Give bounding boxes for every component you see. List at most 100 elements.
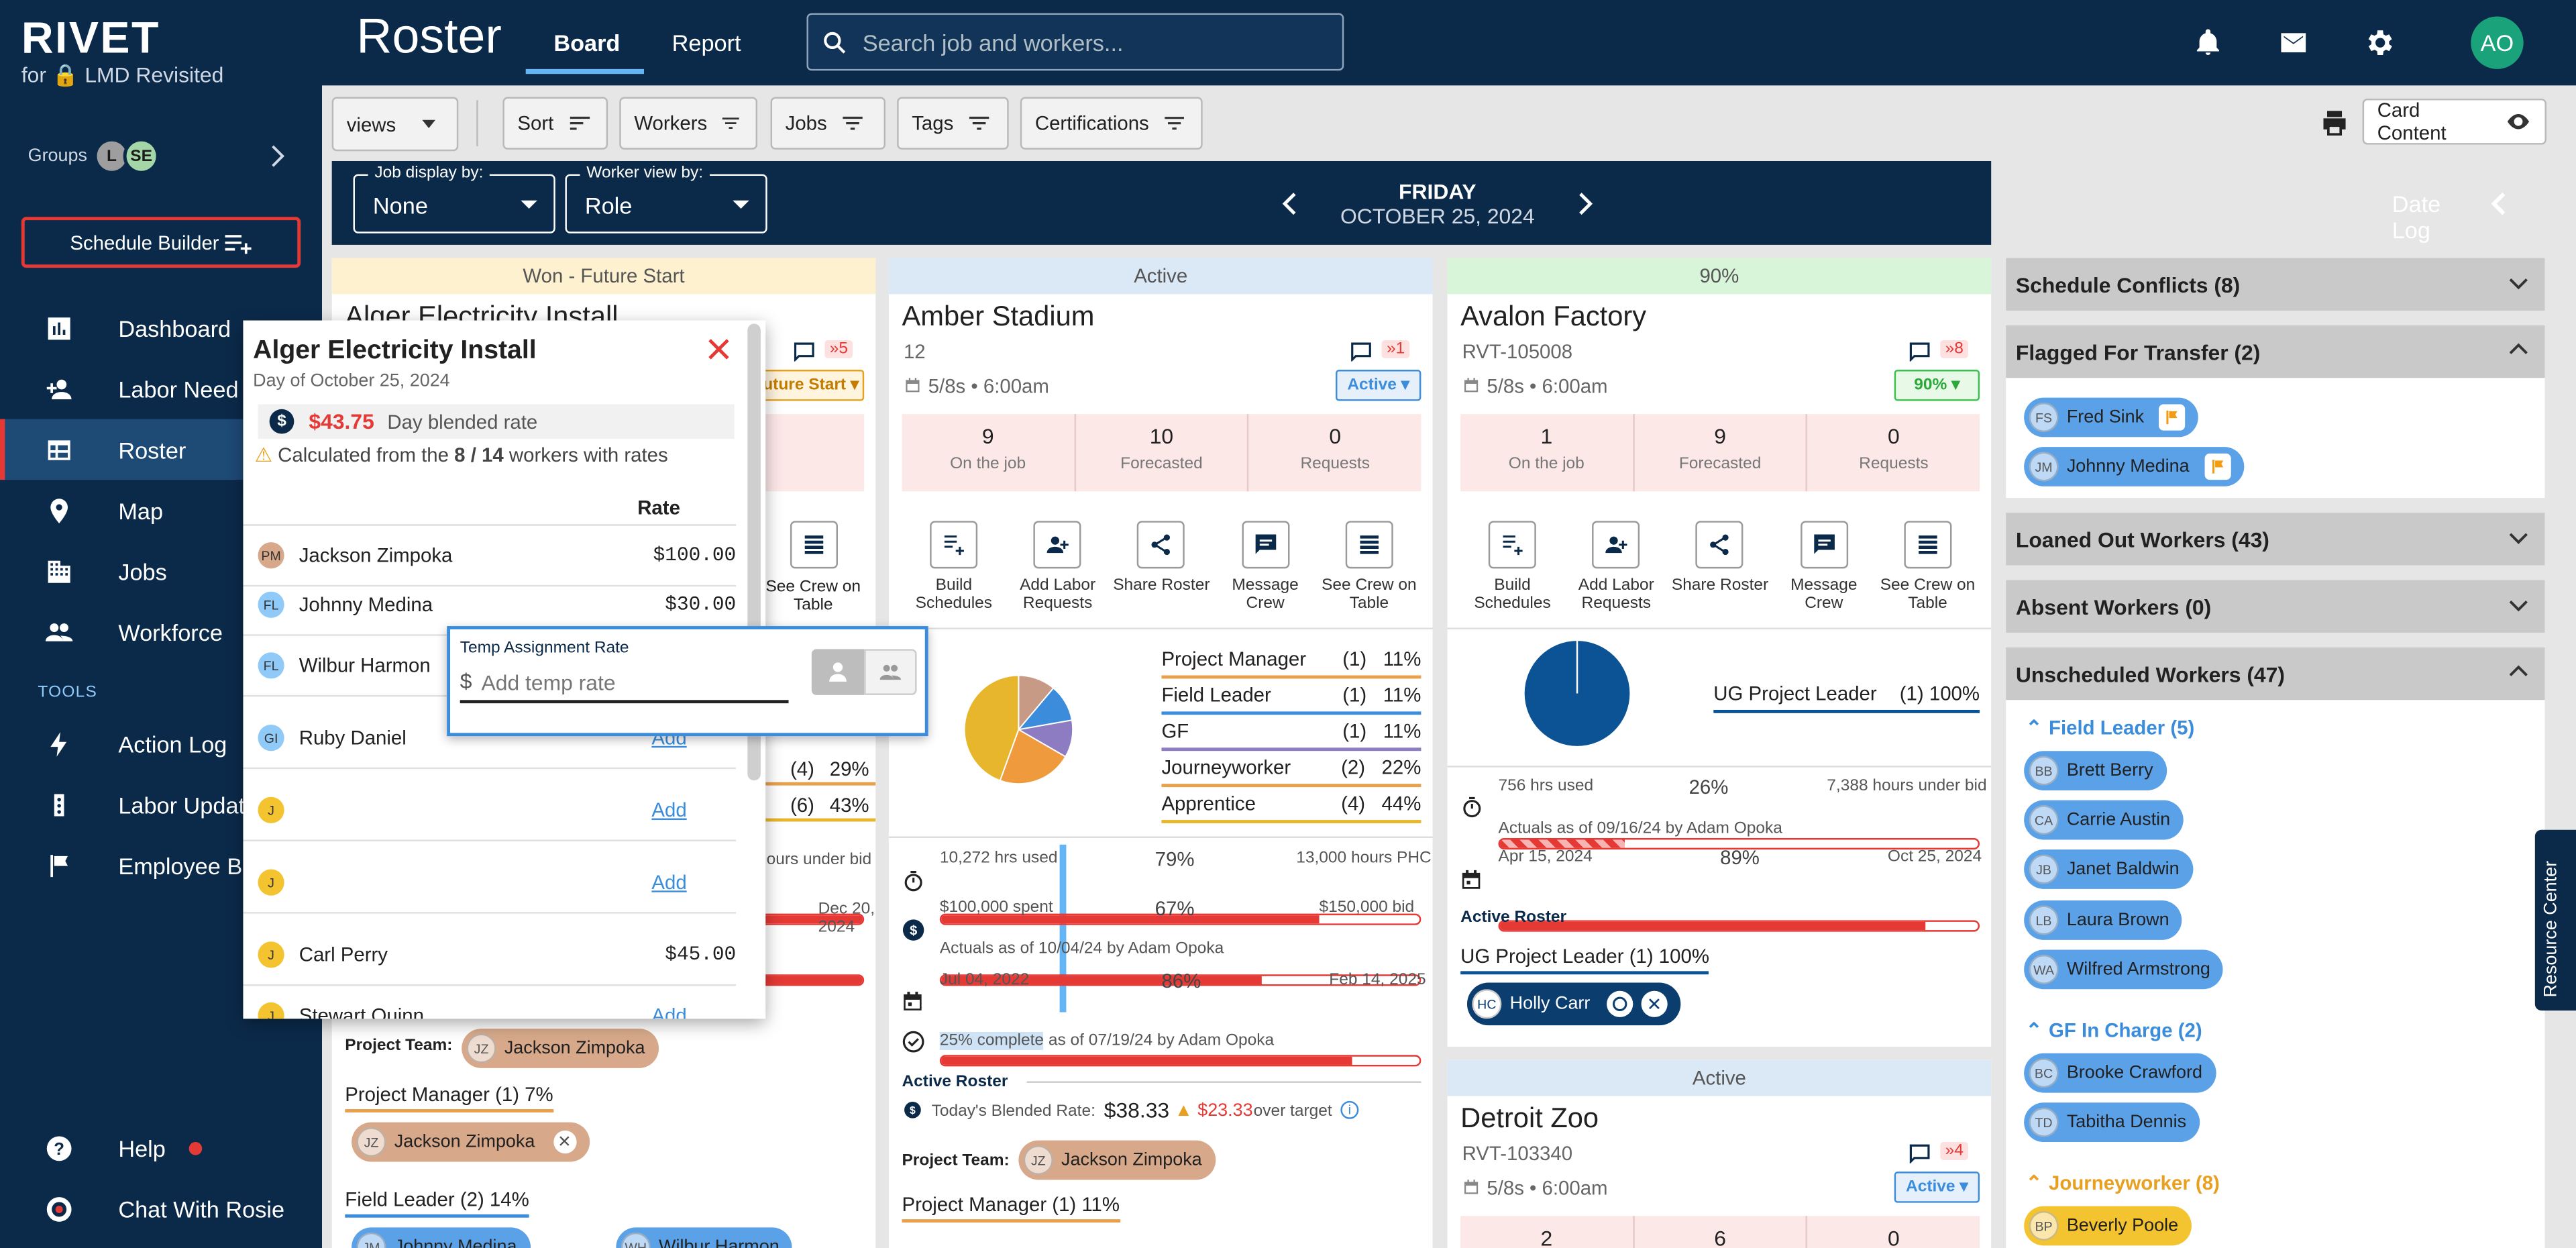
- field-leader-group[interactable]: ⌃ Field Leader (5): [2026, 717, 2195, 739]
- single-worker-toggle[interactable]: [811, 649, 865, 695]
- build-schedules-button[interactable]: Build Schedules: [1462, 521, 1564, 613]
- journeyworker-group[interactable]: ⌃ Journeyworker (8): [2026, 1172, 2220, 1194]
- share-roster-button[interactable]: Share Roster: [1669, 521, 1771, 613]
- chevron-left-icon[interactable]: [2489, 191, 2508, 217]
- message-crew-button[interactable]: Message Crew: [1773, 521, 1875, 613]
- see-crew-on-table-button[interactable]: See Crew on Table: [1877, 521, 1979, 613]
- chevron-right-icon[interactable]: [268, 145, 287, 168]
- worker-pill[interactable]: JM Johnny Medina: [2024, 447, 2244, 486]
- build-schedules-button[interactable]: Build Schedules: [903, 521, 1005, 613]
- bell-icon[interactable]: [2193, 26, 2222, 59]
- worker-pill[interactable]: LB Laura Brown: [2024, 900, 2183, 940]
- job-name[interactable]: Amber Stadium: [902, 301, 1095, 333]
- blended-rate[interactable]: $38.33: [1104, 1098, 1169, 1123]
- status-dropdown[interactable]: Active ▾: [1894, 1172, 1980, 1203]
- workers-filter-button[interactable]: Workers: [619, 97, 757, 150]
- absent-workers-section[interactable]: Absent Workers (0): [2006, 580, 2545, 633]
- job-name[interactable]: Detroit Zoo: [1460, 1102, 1599, 1135]
- comment-icon[interactable]: [794, 342, 815, 362]
- flag-icon[interactable]: [2159, 404, 2186, 431]
- group-toggle[interactable]: [864, 649, 917, 695]
- gear-icon[interactable]: [2363, 26, 2396, 59]
- worker-pill[interactable]: BP Beverly Poole: [2024, 1206, 2192, 1246]
- table-view-icon[interactable]: [790, 521, 838, 569]
- add-rate-link[interactable]: Add: [651, 798, 686, 821]
- search-box[interactable]: [806, 13, 1344, 71]
- card-content-button[interactable]: Card Content: [2362, 98, 2546, 145]
- status-dropdown[interactable]: 90% ▾: [1894, 370, 1980, 401]
- worker-pill[interactable]: TD Tabitha Dennis: [2024, 1102, 2200, 1143]
- worker-view-select[interactable]: Worker view by: Role: [565, 164, 767, 233]
- job-card-amber-stadium[interactable]: Active Amber Stadium 12 »1 5/8s • 6:00am…: [888, 258, 1433, 1248]
- temp-rate-input[interactable]: [481, 664, 790, 700]
- worker-pill[interactable]: JZ Jackson Zimpoka: [462, 1029, 659, 1068]
- certifications-filter-button[interactable]: Certifications: [1020, 97, 1203, 150]
- group-chip[interactable]: SE: [123, 138, 160, 174]
- views-dropdown[interactable]: views: [331, 97, 459, 152]
- worker-pill[interactable]: JM Johnny Medina: [352, 1227, 531, 1248]
- add-rate-link[interactable]: Add: [651, 1004, 686, 1019]
- worker-pill[interactable]: JZ Jackson Zimpoka ✕: [352, 1122, 590, 1162]
- sort-button[interactable]: Sort: [502, 97, 608, 150]
- print-icon[interactable]: [2318, 109, 2351, 138]
- job-display-select[interactable]: Job display by: None: [353, 164, 555, 233]
- tags-filter-button[interactable]: Tags: [897, 97, 1009, 150]
- resource-center-tab[interactable]: Resource Center: [2534, 829, 2576, 1011]
- add-rate-link[interactable]: Add: [651, 871, 686, 894]
- app-logo[interactable]: RIVET: [21, 13, 160, 64]
- hours-used: 10,272 hrs used: [939, 849, 1058, 868]
- flag-count-badge[interactable]: »5: [824, 340, 853, 358]
- job-name[interactable]: Avalon Factory: [1460, 301, 1646, 333]
- gf-in-charge-group[interactable]: ⌃ GF In Charge (2): [2026, 1019, 2202, 1041]
- comment-icon[interactable]: [1909, 342, 1931, 362]
- jobs-filter-button[interactable]: Jobs: [770, 97, 886, 150]
- remove-icon[interactable]: ✕: [553, 1130, 576, 1154]
- flagged-transfer-section[interactable]: Flagged For Transfer (2): [2006, 325, 2545, 378]
- status-dropdown[interactable]: Active ▾: [1336, 370, 1421, 401]
- info-icon[interactable]: i: [1340, 1100, 1359, 1119]
- loaned-out-section[interactable]: Loaned Out Workers (43): [2006, 513, 2545, 566]
- worker-pill[interactable]: BB Brett Berry: [2024, 751, 2167, 790]
- tab-board[interactable]: Board: [553, 30, 620, 56]
- worker-pill[interactable]: CA Carrie Austin: [2024, 800, 2184, 840]
- nav-chat-rosie[interactable]: Chat With Rosie: [0, 1178, 322, 1239]
- worker-pill[interactable]: JB Janet Baldwin: [2024, 849, 2193, 889]
- flag-icon[interactable]: [2204, 453, 2231, 480]
- see-crew-on-table-button[interactable]: See Crew on Table: [1318, 521, 1420, 613]
- add-labor-requests-button[interactable]: Add Labor Requests: [1565, 521, 1667, 613]
- worker-pill[interactable]: JZ Jackson Zimpoka: [1018, 1140, 1216, 1180]
- job-card-avalon-factory[interactable]: 90% Avalon Factory RVT-105008 »8 5/8s • …: [1447, 258, 1992, 1047]
- schedule-conflicts-section[interactable]: Schedule Conflicts (8): [2006, 258, 2545, 311]
- worker-pill[interactable]: HC Holly Carr ✕: [1466, 982, 1681, 1026]
- comment-icon[interactable]: [1909, 1144, 1931, 1163]
- add-labor-requests-button[interactable]: Add Labor Requests: [1007, 521, 1109, 613]
- next-day-icon[interactable]: [1577, 193, 1593, 215]
- flag-count-badge[interactable]: »1: [1381, 340, 1410, 358]
- cost-spent: $100,000 spent: [939, 898, 1053, 917]
- close-icon[interactable]: [706, 337, 731, 362]
- comment-icon[interactable]: [1350, 342, 1372, 362]
- swap-icon[interactable]: [1606, 990, 1633, 1017]
- share-roster-button[interactable]: Share Roster: [1110, 521, 1212, 613]
- worker-pill[interactable]: FS Fred Sink: [2024, 397, 2198, 437]
- group-chips[interactable]: L SE: [93, 138, 160, 174]
- flag-count-badge[interactable]: »4: [1940, 1142, 1969, 1160]
- prev-day-icon[interactable]: [1281, 193, 1297, 215]
- message-crew-button[interactable]: Message Crew: [1214, 521, 1316, 613]
- worker-pill[interactable]: WA Wilfred Armstrong: [2024, 949, 2224, 990]
- job-card-detroit-zoo[interactable]: Active Detroit Zoo RVT-103340 »4 5/8s • …: [1447, 1059, 1992, 1248]
- schedule-builder-button[interactable]: Schedule Builder: [21, 217, 301, 268]
- worker-pill[interactable]: WH Wilbur Harmon: [616, 1227, 793, 1248]
- remove-icon[interactable]: ✕: [1641, 990, 1668, 1017]
- mail-icon[interactable]: [2277, 26, 2310, 59]
- tab-report[interactable]: Report: [672, 30, 741, 56]
- search-input[interactable]: [862, 28, 1323, 56]
- user-avatar[interactable]: AO: [2471, 16, 2524, 69]
- nav-help[interactable]: ? Help: [0, 1117, 322, 1178]
- role-count: (1): [1342, 647, 1367, 671]
- worker-pill[interactable]: BC Brooke Crawford: [2024, 1053, 2216, 1093]
- see-crew-label[interactable]: See Crew on Table: [762, 578, 864, 615]
- flag-count-badge[interactable]: »8: [1940, 340, 1969, 358]
- date-log-button[interactable]: Date Log: [2392, 191, 2440, 243]
- unscheduled-workers-section[interactable]: Unscheduled Workers (47): [2006, 647, 2545, 700]
